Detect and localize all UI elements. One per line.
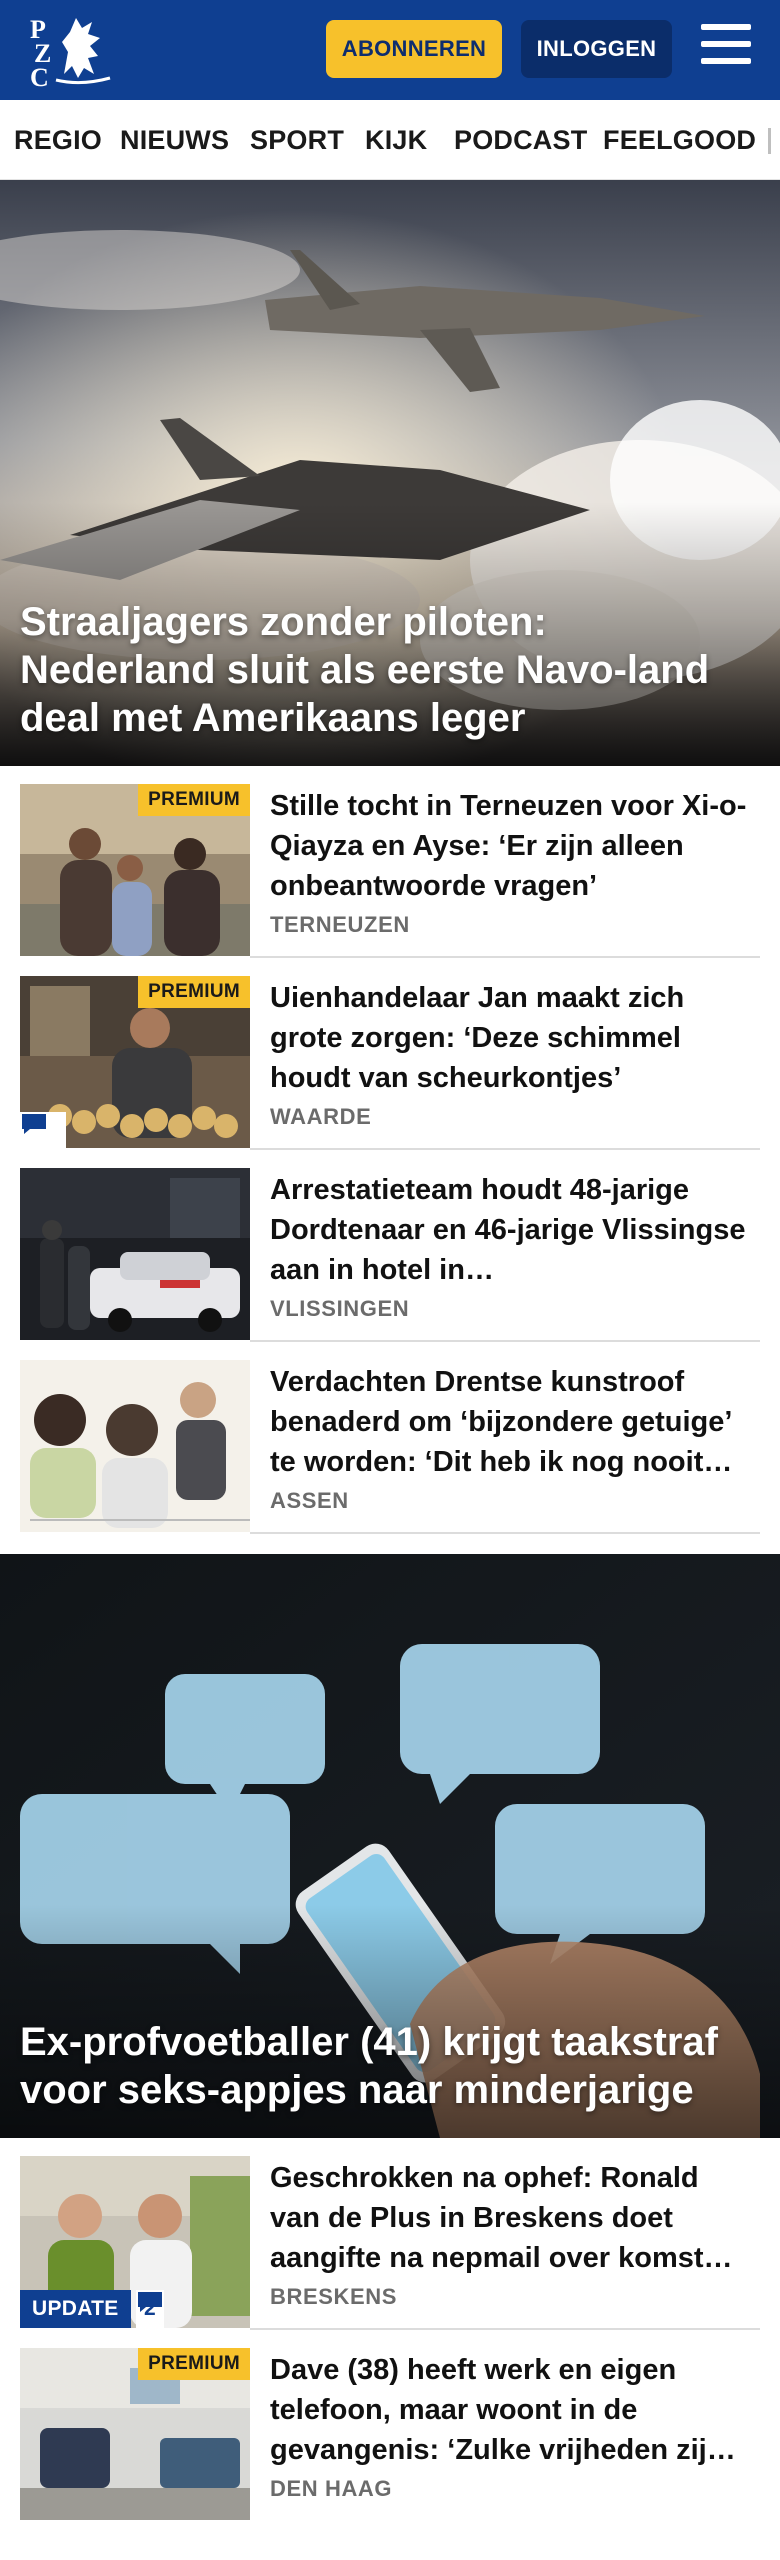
nav-item-regio[interactable]: REGIO <box>14 100 102 179</box>
article-row[interactable]: PREMIUM Uienhandelaar Jan maakt zich gro… <box>0 958 780 1150</box>
nav-item-nieuws[interactable]: NIEUWS <box>120 100 229 179</box>
article-row[interactable]: Verdachten Drentse kunstroof benaderd om… <box>0 1342 780 1534</box>
article-thumbnail[interactable]: PREMIUM <box>20 2348 250 2520</box>
article-headline[interactable]: Stille tocht in Terneuzen voor Xi-o-Qiay… <box>270 786 750 906</box>
menu-line <box>701 58 751 64</box>
update-badge: UPDATE <box>20 2290 131 2328</box>
article-headline[interactable]: Arrestatieteam houdt 48-jarige Dordtenaa… <box>270 1170 750 1290</box>
subscribe-button[interactable]: ABONNEREN <box>326 20 502 78</box>
article-headline[interactable]: Uienhandelaar Jan maakt zich grote zorge… <box>270 978 750 1098</box>
article-thumbnail[interactable] <box>20 1168 250 1340</box>
article-thumbnail[interactable]: PREMIUM <box>20 976 250 1148</box>
article-location: TERNEUZEN <box>270 912 410 937</box>
comment-icon[interactable] <box>20 1112 66 1148</box>
nav-item-podcast[interactable]: PODCAST <box>454 100 587 179</box>
hero-article-drones[interactable]: Straaljagers zonder piloten: Nederland s… <box>0 180 780 766</box>
menu-line <box>701 41 751 47</box>
top-header: P Z C ABONNEREN INLOGGEN <box>0 0 780 100</box>
row-divider <box>250 1532 760 1534</box>
premium-badge: PREMIUM <box>138 2348 250 2380</box>
article-row[interactable]: PREMIUM Stille tocht in Terneuzen voor X… <box>0 766 780 958</box>
comments-badge[interactable]: 2 <box>136 2290 164 2328</box>
hero-headline[interactable]: Straaljagers zonder piloten: Nederland s… <box>20 598 750 742</box>
hero-article-sexting[interactable]: Ex-profvoetballer (41) krijgt taakstraf … <box>0 1554 780 2138</box>
article-row[interactable]: UPDATE 2 Geschrokken na ophef: Ronald va… <box>0 2138 780 2330</box>
article-headline[interactable]: Geschrokken na ophef: Ronald van de Plus… <box>270 2158 750 2278</box>
nav-item-feelgood[interactable]: FEELGOOD <box>603 100 756 179</box>
article-headline[interactable]: Verdachten Drentse kunstroof benaderd om… <box>270 1362 750 1482</box>
article-location: ASSEN <box>270 1488 349 1513</box>
hero-headline[interactable]: Ex-profvoetballer (41) krijgt taakstraf … <box>20 2018 750 2114</box>
nav-item-sport[interactable]: SPORT <box>250 100 344 179</box>
article-thumbnail[interactable]: UPDATE 2 <box>20 2156 250 2328</box>
comment-icon <box>138 2292 162 2312</box>
article-row[interactable]: Arrestatieteam houdt 48-jarige Dordtenaa… <box>0 1150 780 1342</box>
nav-item-kijk[interactable]: KIJK <box>365 100 427 179</box>
nav-overflow-indicator <box>768 128 771 154</box>
menu-line <box>701 24 751 30</box>
section-nav: REGIO NIEUWS SPORT KIJK PODCAST FEELGOOD <box>0 100 780 180</box>
premium-badge: PREMIUM <box>138 784 250 816</box>
hamburger-icon[interactable] <box>698 24 754 74</box>
article-row[interactable]: PREMIUM Dave (38) heeft werk en eigen te… <box>0 2330 780 2522</box>
svg-text:C: C <box>30 63 49 88</box>
article-headline[interactable]: Dave (38) heeft werk en eigen telefoon, … <box>270 2350 750 2470</box>
article-location: DEN HAAG <box>270 2476 393 2501</box>
premium-badge: PREMIUM <box>138 976 250 1008</box>
pzc-logo[interactable]: P Z C <box>26 12 116 92</box>
article-location: VLISSINGEN <box>270 1296 410 1321</box>
article-thumbnail[interactable]: PREMIUM <box>20 784 250 956</box>
article-location: BRESKENS <box>270 2284 398 2309</box>
login-button[interactable]: INLOGGEN <box>521 20 672 78</box>
article-location: WAARDE <box>270 1104 372 1129</box>
article-thumbnail[interactable] <box>20 1360 250 1532</box>
